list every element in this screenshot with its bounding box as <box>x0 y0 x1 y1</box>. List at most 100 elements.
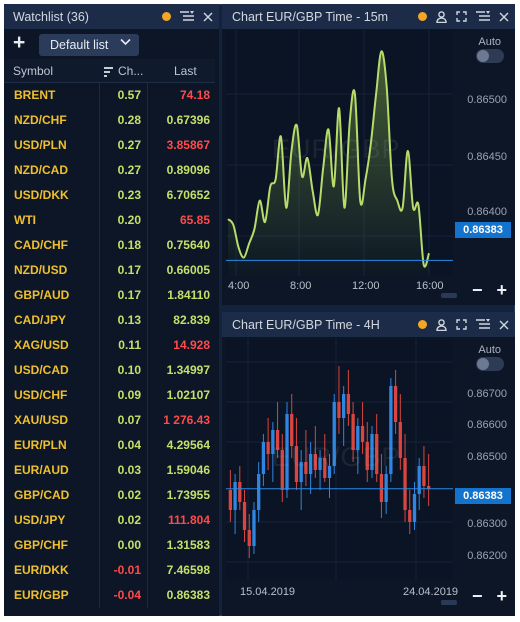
table-row[interactable]: NZD/CHF 0.28 0.67396 <box>4 108 215 133</box>
zoom-in-button[interactable]: + <box>496 280 507 301</box>
x-tick-label: 4:00 <box>228 280 250 292</box>
row-last: 82.839 <box>173 313 210 327</box>
row-last: 0.86383 <box>166 588 210 602</box>
candle-body <box>261 442 266 474</box>
menu-icon[interactable] <box>476 11 490 22</box>
row-last: 3.85867 <box>166 138 210 152</box>
zoom-out-button[interactable]: − <box>472 586 483 607</box>
table-row[interactable]: CAD/JPY 0.13 82.839 <box>4 308 215 333</box>
row-symbol: GBP/CAD <box>4 483 100 508</box>
row-last: 1.02107 <box>166 388 210 402</box>
zoom-out-button[interactable]: − <box>472 280 483 301</box>
column-change-header[interactable]: Ch... <box>100 64 158 78</box>
menu-icon[interactable] <box>180 11 194 22</box>
sort-icon <box>104 66 113 77</box>
table-row[interactable]: EUR/PLN 0.04 4.29564 <box>4 433 215 458</box>
close-icon[interactable] <box>499 320 509 330</box>
x-tick-label: 15.04.2019 <box>240 586 296 598</box>
chart-panel-4h: Chart EUR/GBP Time - 4H EUR/GBP Auto 0.8… <box>222 312 515 616</box>
user-icon[interactable] <box>436 10 447 23</box>
table-row[interactable]: BRENT 0.57 74.18 <box>4 83 215 108</box>
row-change: -0.04 <box>100 583 148 608</box>
auto-scale-label: Auto <box>478 344 501 356</box>
time-scrollbar[interactable] <box>441 600 457 605</box>
chart-plot-area[interactable]: EUR/GBP <box>226 338 453 580</box>
candle-body <box>257 474 261 510</box>
auto-scale-toggle[interactable] <box>476 357 504 371</box>
row-last: 0.67396 <box>166 113 210 127</box>
row-last: 6.70652 <box>166 188 210 202</box>
chart-watermark: EUR/GBP <box>272 134 401 164</box>
row-change: 0.02 <box>100 483 148 508</box>
chart-header: Chart EUR/GBP Time - 4H <box>222 312 515 337</box>
time-scrollbar[interactable] <box>441 293 457 298</box>
row-symbol: USD/DKK <box>4 183 100 208</box>
row-change: 0.57 <box>100 83 148 108</box>
status-dot-icon[interactable] <box>418 320 427 329</box>
candle-body <box>346 394 351 414</box>
table-row[interactable]: GBP/CHF 0.00 1.31583 <box>4 533 215 558</box>
candle-body <box>393 386 398 422</box>
row-last: 0.89096 <box>166 163 210 177</box>
watchlist-table: Symbol Ch... Last BRENT 0.57 74.18 NZD/CHF 0… <box>4 59 215 608</box>
table-row[interactable]: USD/CHF 0.09 1.02107 <box>4 383 215 408</box>
table-row[interactable]: GBP/CAD 0.02 1.73955 <box>4 483 215 508</box>
table-row[interactable]: USD/DKK 0.23 6.70652 <box>4 183 215 208</box>
table-row[interactable]: USD/CAD 0.10 1.34997 <box>4 358 215 383</box>
candle-body <box>417 466 421 494</box>
row-symbol: NZD/CHF <box>4 108 100 133</box>
candle-body <box>342 394 346 418</box>
row-change: 0.03 <box>100 458 148 483</box>
candle-body <box>360 426 365 442</box>
table-row[interactable]: XAG/USD 0.11 14.928 <box>4 333 215 358</box>
table-row[interactable]: GBP/AUD 0.17 1.84110 <box>4 283 215 308</box>
table-row[interactable]: NZD/CAD 0.27 0.89096 <box>4 158 215 183</box>
table-row[interactable]: EUR/AUD 0.03 1.59046 <box>4 458 215 483</box>
price-axis[interactable]: Auto 0.86700 0.86600 0.86500 0.86300 0.8… <box>453 338 515 580</box>
close-icon[interactable] <box>203 12 213 22</box>
status-dot-icon[interactable] <box>418 12 427 21</box>
row-symbol: GBP/AUD <box>4 283 100 308</box>
y-tick-label: 0.86200 <box>467 550 507 562</box>
chart-title: Chart EUR/GBP Time - 4H <box>232 317 380 332</box>
close-icon[interactable] <box>499 12 509 22</box>
row-change: 0.09 <box>100 383 148 408</box>
chart-plot-area[interactable]: EUR/GBP <box>226 30 453 276</box>
table-row[interactable]: EUR/DKK -0.01 7.46598 <box>4 558 215 583</box>
table-row[interactable]: USD/JPY 0.02 111.804 <box>4 508 215 533</box>
list-select-dropdown[interactable]: Default list <box>39 34 139 56</box>
row-last: 1.34997 <box>166 363 210 377</box>
row-symbol: USD/PLN <box>4 133 100 158</box>
maximize-icon[interactable] <box>456 319 467 330</box>
x-tick-label: 24.04.2019 <box>403 586 459 598</box>
column-symbol-header[interactable]: Symbol <box>4 64 100 78</box>
add-symbol-button[interactable]: + <box>13 32 25 53</box>
auto-scale-toggle[interactable] <box>476 49 504 63</box>
row-last: 111.804 <box>167 513 210 527</box>
row-change: 0.20 <box>100 208 148 233</box>
table-row[interactable]: EUR/GBP -0.04 0.86383 <box>4 583 215 608</box>
price-axis[interactable]: Auto 0.86500 0.86450 0.86400 0.86383 <box>453 30 515 276</box>
table-row[interactable]: XAU/USD 0.07 1 276.43 <box>4 408 215 433</box>
menu-icon[interactable] <box>476 319 490 330</box>
table-header: Symbol Ch... Last <box>4 59 215 83</box>
x-tick-label: 16:00 <box>416 280 444 292</box>
candle-body <box>408 510 412 522</box>
status-dot-icon[interactable] <box>162 12 171 21</box>
table-row[interactable]: USD/PLN 0.27 3.85867 <box>4 133 215 158</box>
maximize-icon[interactable] <box>456 11 467 22</box>
row-last: 1.31583 <box>166 538 210 552</box>
row-symbol: EUR/AUD <box>4 458 100 483</box>
x-tick-label: 8:00 <box>290 280 312 292</box>
column-last-header[interactable]: Last <box>158 64 215 78</box>
row-symbol: USD/JPY <box>4 508 100 533</box>
row-change: 0.27 <box>100 158 148 183</box>
table-row[interactable]: WTI 0.20 65.85 <box>4 208 215 233</box>
watchlist-toolbar: + Default list <box>4 29 219 59</box>
table-row[interactable]: NZD/USD 0.17 0.66005 <box>4 258 215 283</box>
table-row[interactable]: CAD/CHF 0.18 0.75640 <box>4 233 215 258</box>
zoom-in-button[interactable]: + <box>496 586 507 607</box>
y-tick-label: 0.86400 <box>467 206 507 218</box>
row-change: 0.23 <box>100 183 148 208</box>
user-icon[interactable] <box>436 318 447 331</box>
